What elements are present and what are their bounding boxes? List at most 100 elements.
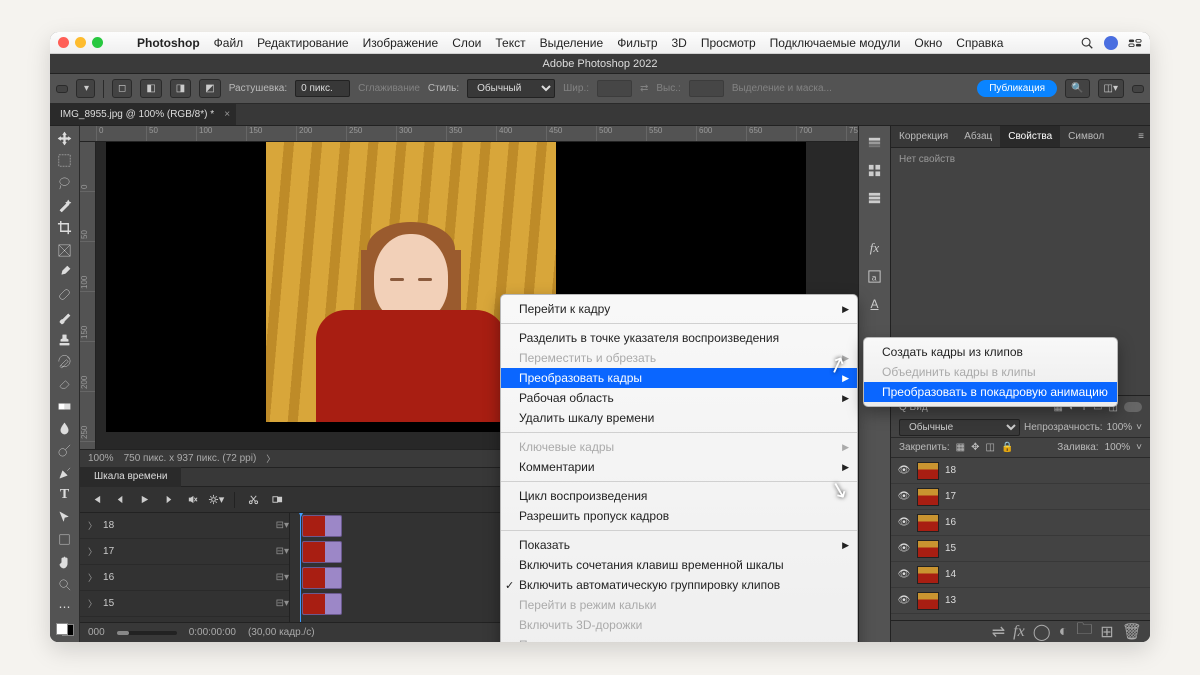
- new-selection-icon[interactable]: ◻: [112, 79, 132, 98]
- visibility-icon[interactable]: 👁: [897, 595, 911, 606]
- ctx-comments[interactable]: Комментарии: [501, 457, 857, 477]
- menu-layers[interactable]: Слои: [452, 36, 481, 50]
- split-clip-icon[interactable]: [243, 491, 263, 509]
- visibility-icon[interactable]: 👁: [897, 569, 911, 580]
- layer-row[interactable]: 👁15: [891, 536, 1150, 562]
- visibility-icon[interactable]: 👁: [897, 517, 911, 528]
- next-frame-icon[interactable]: [158, 491, 178, 509]
- layer-row[interactable]: 👁18: [891, 458, 1150, 484]
- ctx-work-area[interactable]: Рабочая область: [501, 388, 857, 408]
- fill-value[interactable]: 100%: [1105, 442, 1131, 453]
- lock-artboard-icon[interactable]: ◫: [986, 442, 995, 453]
- healing-tool-icon[interactable]: [52, 284, 78, 305]
- tab-paragraph[interactable]: Абзац: [956, 126, 1000, 147]
- add-selection-icon[interactable]: ◧: [140, 79, 161, 98]
- visibility-icon[interactable]: 👁: [897, 465, 911, 476]
- search-icon[interactable]: 🔍: [1065, 79, 1089, 98]
- ctx-delete-timeline[interactable]: Удалить шкалу времени: [501, 408, 857, 428]
- panel-menu-icon[interactable]: ≡: [1132, 126, 1150, 147]
- layer-row[interactable]: 👁16: [891, 510, 1150, 536]
- swatches-panel-icon[interactable]: [865, 188, 885, 208]
- ctx-enable-shortcuts[interactable]: Включить сочетания клавиш временной шкал…: [501, 555, 857, 575]
- maximize-window-icon[interactable]: [92, 37, 103, 48]
- history-panel-icon[interactable]: [865, 132, 885, 152]
- clip[interactable]: [302, 567, 342, 589]
- dodge-tool-icon[interactable]: [52, 440, 78, 461]
- app-menu[interactable]: Photoshop: [137, 36, 200, 50]
- path-select-tool-icon[interactable]: [52, 507, 78, 528]
- share-icon[interactable]: [1132, 85, 1144, 93]
- menu-filter[interactable]: Фильтр: [617, 36, 657, 50]
- menu-file[interactable]: Файл: [214, 36, 244, 50]
- hand-tool-icon[interactable]: [52, 552, 78, 573]
- arrange-icon[interactable]: ◫▾: [1098, 79, 1124, 98]
- menu-plugins[interactable]: Подключаемые модули: [770, 36, 901, 50]
- publish-button[interactable]: Публикация: [977, 80, 1057, 97]
- ctx-allow-skip[interactable]: Разрешить пропуск кадров: [501, 506, 857, 526]
- lock-all-icon[interactable]: 🔒: [1001, 442, 1013, 453]
- type-tool-icon[interactable]: T: [52, 485, 78, 506]
- magic-wand-tool-icon[interactable]: [52, 195, 78, 216]
- track-header[interactable]: 〉16⊟▾: [80, 565, 289, 591]
- visibility-icon[interactable]: 👁: [897, 543, 911, 554]
- sub-to-frame-animation[interactable]: Преобразовать в покадровую анимацию: [864, 382, 1117, 402]
- tab-adjustments[interactable]: Коррекция: [891, 126, 956, 147]
- tab-character[interactable]: Символ: [1060, 126, 1112, 147]
- track-header[interactable]: 〉17⊟▾: [80, 539, 289, 565]
- timecode[interactable]: 0:00:00:00: [189, 627, 236, 638]
- blur-tool-icon[interactable]: [52, 418, 78, 439]
- ctx-goto-frame[interactable]: Перейти к кадру: [501, 299, 857, 319]
- visibility-icon[interactable]: 👁: [897, 491, 911, 502]
- tab-properties[interactable]: Свойства: [1000, 126, 1060, 147]
- eraser-tool-icon[interactable]: [52, 373, 78, 394]
- menu-help[interactable]: Справка: [956, 36, 1003, 50]
- stamp-tool-icon[interactable]: [52, 329, 78, 350]
- shape-tool-icon[interactable]: [52, 529, 78, 550]
- ctx-enable-autogroup[interactable]: Включить автоматическую группировку клип…: [501, 575, 857, 595]
- ctx-split[interactable]: Разделить в точке указателя воспроизведе…: [501, 328, 857, 348]
- close-window-icon[interactable]: [58, 37, 69, 48]
- menu-window[interactable]: Окно: [914, 36, 942, 50]
- group-icon[interactable]: 🗀: [1076, 618, 1092, 642]
- new-layer-icon[interactable]: ⊞: [1100, 622, 1113, 642]
- subtract-selection-icon[interactable]: ◨: [170, 79, 191, 98]
- timeline-tab[interactable]: Шкала времени: [80, 467, 181, 487]
- layer-mask-icon[interactable]: ◯: [1033, 622, 1051, 642]
- glyphs-panel-icon[interactable]: a: [865, 266, 885, 286]
- lock-position-icon[interactable]: ✥: [971, 442, 979, 453]
- prev-frame-icon[interactable]: [110, 491, 130, 509]
- home-icon[interactable]: [56, 85, 68, 93]
- menu-select[interactable]: Выделение: [540, 36, 604, 50]
- ctx-convert-frames[interactable]: Преобразовать кадры: [501, 368, 857, 388]
- styles-panel-icon[interactable]: fx: [865, 238, 885, 258]
- menu-edit[interactable]: Редактирование: [257, 36, 348, 50]
- settings-icon[interactable]: ▾: [206, 491, 226, 509]
- ctx-show[interactable]: Показать: [501, 535, 857, 555]
- frame-tool-icon[interactable]: [52, 239, 78, 260]
- menu-text[interactable]: Текст: [495, 36, 525, 50]
- document-tab[interactable]: IMG_8955.jpg @ 100% (RGB/8*) *: [50, 104, 236, 125]
- menu-3d[interactable]: 3D: [672, 36, 687, 50]
- color-panel-icon[interactable]: [865, 160, 885, 180]
- menubar-status-icon[interactable]: [1104, 36, 1118, 50]
- brush-tool-icon[interactable]: [52, 306, 78, 327]
- layer-row[interactable]: 👁17: [891, 484, 1150, 510]
- transition-icon[interactable]: [267, 491, 287, 509]
- mute-icon[interactable]: [182, 491, 202, 509]
- control-center-icon[interactable]: [1128, 36, 1142, 50]
- history-brush-tool-icon[interactable]: [52, 351, 78, 372]
- menu-image[interactable]: Изображение: [363, 36, 439, 50]
- menu-view[interactable]: Просмотр: [701, 36, 756, 50]
- track-header[interactable]: 〉18⊟▾: [80, 513, 289, 539]
- clip[interactable]: [302, 541, 342, 563]
- window-controls[interactable]: [58, 37, 103, 48]
- zoom-tool-icon[interactable]: [52, 574, 78, 595]
- blend-mode-select[interactable]: Обычные: [899, 419, 1020, 436]
- layer-effects-icon[interactable]: fx: [1013, 623, 1025, 641]
- minimize-window-icon[interactable]: [75, 37, 86, 48]
- goto-first-icon[interactable]: [86, 491, 106, 509]
- move-tool-icon[interactable]: [52, 128, 78, 149]
- gradient-tool-icon[interactable]: [52, 396, 78, 417]
- delete-layer-icon[interactable]: 🗑: [1122, 622, 1142, 642]
- link-layers-icon[interactable]: ⇌: [992, 622, 1005, 642]
